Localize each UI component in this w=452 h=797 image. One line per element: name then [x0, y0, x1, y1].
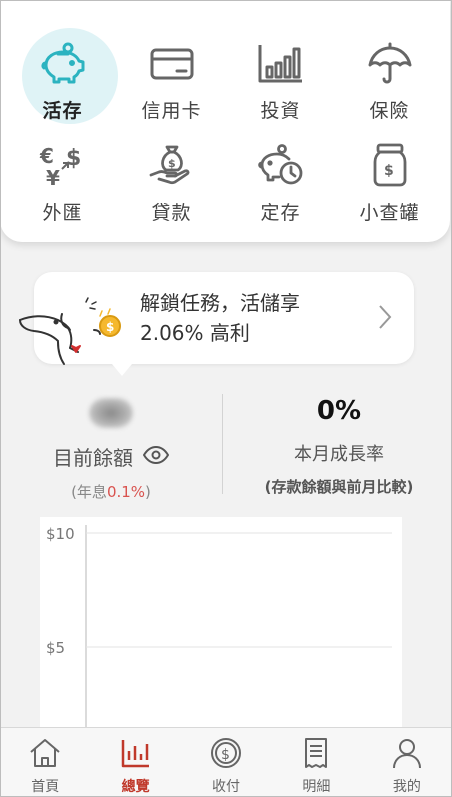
piggy-clock-icon — [253, 138, 309, 194]
dog-mascot-icon: $ — [14, 292, 132, 374]
menu-item-loan[interactable]: $ 貸款 — [117, 132, 226, 226]
nav-label: 總覽 — [121, 779, 150, 795]
nav-label: 收付 — [212, 779, 241, 795]
svg-text:¥: ¥ — [46, 166, 60, 190]
receipt-icon — [299, 736, 333, 774]
growth-rate-note: (存款餘額與前月比較) — [264, 478, 414, 496]
interest-rate-value: 0.1% — [106, 483, 146, 501]
menu-item-insurance[interactable]: 保險 — [335, 30, 444, 124]
menu-item-label: 投資 — [260, 100, 301, 122]
nav-overview[interactable]: 總覽 — [90, 728, 180, 797]
bar-chart-icon — [253, 36, 309, 92]
credit-card-icon — [144, 36, 200, 92]
menu-item-label: 定存 — [260, 202, 301, 224]
eye-icon[interactable] — [142, 445, 170, 469]
menu-item-label: 貸款 — [151, 202, 192, 224]
svg-text:$: $ — [384, 163, 394, 179]
svg-text:$: $ — [106, 320, 114, 334]
menu-item-label: 外匯 — [42, 202, 83, 224]
nav-profile[interactable]: 我的 — [362, 728, 452, 797]
menu-item-label: 信用卡 — [141, 100, 202, 122]
bottom-navigation: 首頁 總覽 $ 收付 明細 我的 — [0, 727, 452, 797]
menu-item-label: 小查罐 — [359, 202, 420, 224]
user-icon — [390, 736, 424, 774]
money-bag-hand-icon: $ — [144, 138, 200, 194]
service-menu-card: 活存 信用卡 投資 保險 € $ ¥ 外匯 $ 貸款 定存 $ 小查罐 — [0, 0, 450, 242]
nav-label: 首頁 — [31, 779, 60, 795]
growth-rate-value: 0% — [316, 396, 362, 426]
y-tick-label: $5 — [46, 639, 65, 657]
menu-item-label: 保險 — [369, 100, 410, 122]
menu-item-label: 活存 — [42, 100, 83, 122]
nav-label: 我的 — [392, 779, 421, 795]
balance-chart: $10 $5 — [40, 517, 402, 729]
balance-label-row: 目前餘額 — [0, 442, 222, 471]
piggy-bank-icon — [35, 36, 91, 92]
chart-canvas: $10 $5 — [46, 525, 392, 729]
nav-home[interactable]: 首頁 — [0, 728, 90, 797]
coin-icon: $ — [209, 736, 243, 774]
growth-rate-label: 本月成長率 — [294, 444, 384, 465]
interest-prefix: (年息 — [71, 483, 107, 501]
promo-text: 解鎖任務，活儲享 2.06% 高利 — [140, 288, 300, 348]
menu-item-foreign-exchange[interactable]: € $ ¥ 外匯 — [8, 132, 117, 226]
menu-item-savings-jar[interactable]: $ 小查罐 — [335, 132, 444, 226]
nav-details[interactable]: 明細 — [271, 728, 361, 797]
current-balance-section: 目前餘額 (年息0.1%) — [0, 390, 222, 502]
stats-divider — [222, 394, 223, 494]
overview-chart-icon — [119, 736, 153, 774]
svg-text:$: $ — [221, 747, 230, 763]
interest-suffix: ) — [145, 483, 151, 501]
menu-item-investment[interactable]: 投資 — [226, 30, 335, 124]
nav-payments[interactable]: $ 收付 — [181, 728, 271, 797]
menu-item-credit-card[interactable]: 信用卡 — [117, 30, 226, 124]
svg-text:$: $ — [168, 157, 176, 170]
home-icon — [28, 736, 62, 774]
jar-icon: $ — [362, 138, 418, 194]
promo-line-2: 2.06% 高利 — [140, 321, 250, 345]
service-menu-grid: 活存 信用卡 投資 保險 € $ ¥ 外匯 $ 貸款 定存 $ 小查罐 — [8, 30, 444, 226]
interest-rate-text: (年息0.1%) — [0, 481, 222, 502]
menu-item-demand-deposit[interactable]: 活存 — [8, 30, 117, 124]
chevron-right-icon — [378, 304, 392, 334]
growth-rate-section: 0% 本月成長率 (存款餘額與前月比較) — [226, 390, 452, 497]
nav-label: 明細 — [302, 779, 331, 795]
balance-stats: 目前餘額 (年息0.1%) 0% 本月成長率 (存款餘額與前月比較) — [0, 390, 452, 502]
hidden-balance-value — [89, 398, 133, 428]
balance-label: 目前餘額 — [53, 446, 133, 470]
menu-item-time-deposit[interactable]: 定存 — [226, 132, 335, 226]
svg-text:€: € — [39, 144, 54, 168]
umbrella-icon — [362, 36, 418, 92]
currency-exchange-icon: € $ ¥ — [35, 138, 91, 194]
promo-line-1: 解鎖任務，活儲享 — [140, 291, 300, 315]
y-tick-label: $10 — [46, 525, 75, 543]
